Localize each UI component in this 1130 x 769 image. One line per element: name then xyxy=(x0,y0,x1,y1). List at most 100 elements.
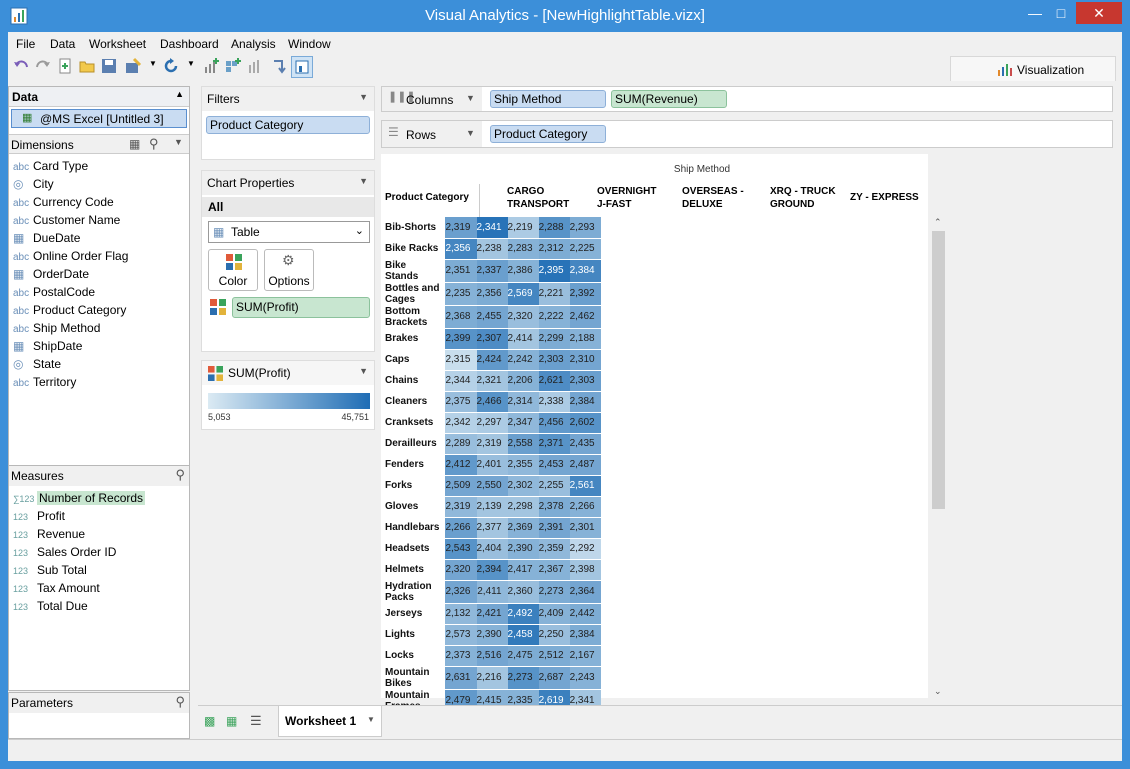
menu-dashboard[interactable]: Dashboard xyxy=(160,37,219,51)
scroll-down-icon[interactable]: ⌄ xyxy=(934,686,942,697)
columns-pill-sum-revenue[interactable]: SUM(Revenue) xyxy=(611,90,727,108)
table-cell[interactable]: 2,391 xyxy=(538,517,570,539)
row-label[interactable]: Cranksets xyxy=(381,412,446,434)
table-cell[interactable]: 2,167 xyxy=(569,645,601,667)
menu-window[interactable]: Window xyxy=(288,37,331,51)
table-cell[interactable]: 2,390 xyxy=(507,538,539,560)
data-wizard-icon[interactable] xyxy=(124,57,142,75)
chevron-down-icon[interactable]: ▼ xyxy=(367,715,375,724)
table-cell[interactable]: 2,293 xyxy=(569,217,601,239)
table-cell[interactable]: 2,355 xyxy=(507,454,539,476)
table-cell[interactable]: 2,455 xyxy=(476,305,508,329)
row-label[interactable]: Mountain Bikes xyxy=(381,666,446,690)
row-label[interactable]: Derailleurs xyxy=(381,433,446,455)
table-cell[interactable]: 2,356 xyxy=(476,282,508,306)
vertical-scrollbar[interactable]: ⌃ ⌄ xyxy=(931,217,946,699)
row-label[interactable]: Bib-Shorts xyxy=(381,217,446,239)
table-cell[interactable]: 2,347 xyxy=(507,412,539,434)
table-cell[interactable]: 2,243 xyxy=(569,666,601,690)
table-cell[interactable]: 2,373 xyxy=(445,645,477,667)
measure-item[interactable]: 123 Profit xyxy=(13,507,65,525)
table-cell[interactable]: 2,398 xyxy=(569,559,601,581)
table-cell[interactable]: 2,375 xyxy=(445,391,477,413)
minimize-button[interactable]: — xyxy=(1022,2,1048,24)
table-cell[interactable]: 2,302 xyxy=(507,475,539,497)
table-cell[interactable]: 2,409 xyxy=(538,603,570,625)
scroll-up-icon[interactable]: ⌃ xyxy=(934,217,942,228)
table-cell[interactable]: 2,235 xyxy=(445,282,477,306)
row-label[interactable]: Bottom Brackets xyxy=(381,305,446,329)
dimension-item[interactable]: abc Card Type xyxy=(13,157,88,175)
table-cell[interactable]: 2,404 xyxy=(476,538,508,560)
data-source-item[interactable]: ▦ @MS Excel [Untitled 3] xyxy=(11,109,187,128)
table-cell[interactable]: 2,273 xyxy=(538,580,570,604)
table-cell[interactable]: 2,238 xyxy=(476,238,508,260)
row-label[interactable]: Forks xyxy=(381,475,446,497)
table-cell[interactable]: 2,315 xyxy=(445,349,477,371)
new-worksheet-icon[interactable] xyxy=(202,57,220,75)
sort-arrows-icon[interactable]: ▲ xyxy=(175,89,184,99)
table-cell[interactable]: 2,386 xyxy=(507,259,539,283)
columns-pill-ship-method[interactable]: Ship Method xyxy=(490,90,606,108)
dimension-item[interactable]: abc Ship Method xyxy=(13,319,100,337)
table-cell[interactable]: 2,462 xyxy=(569,305,601,329)
table-cell[interactable]: 2,242 xyxy=(507,349,539,371)
column-header[interactable]: OVERSEAS - DELUXE xyxy=(656,185,746,211)
save-icon[interactable] xyxy=(100,57,118,75)
row-label[interactable]: Gloves xyxy=(381,496,446,518)
table-cell[interactable]: 2,631 xyxy=(445,666,477,690)
scope-all[interactable]: All xyxy=(202,197,374,217)
search-icon[interactable]: ⚲ xyxy=(175,467,185,483)
table-cell[interactable]: 2,453 xyxy=(538,454,570,476)
table-cell[interactable]: 2,289 xyxy=(445,433,477,455)
table-cell[interactable]: 2,561 xyxy=(569,475,601,497)
chevron-down-icon[interactable]: ▼ xyxy=(466,93,475,103)
row-label[interactable]: Cleaners xyxy=(381,391,446,413)
rows-pill-product-category[interactable]: Product Category xyxy=(490,125,606,143)
dimension-item[interactable]: abc Territory xyxy=(13,373,76,391)
table-cell[interactable]: 2,216 xyxy=(476,666,508,690)
table-cell[interactable]: 2,320 xyxy=(507,305,539,329)
menu-analysis[interactable]: Analysis xyxy=(231,37,276,51)
table-cell[interactable]: 2,543 xyxy=(445,538,477,560)
dimension-item[interactable]: ▦ OrderDate xyxy=(13,265,89,283)
table-cell[interactable]: 2,338 xyxy=(538,391,570,413)
row-label[interactable]: Bike Stands xyxy=(381,259,446,283)
table-cell[interactable]: 2,139 xyxy=(476,496,508,518)
table-cell[interactable]: 2,307 xyxy=(476,328,508,350)
table-cell[interactable]: 2,326 xyxy=(445,580,477,604)
row-label[interactable]: Brakes xyxy=(381,328,446,350)
table-cell[interactable]: 2,359 xyxy=(538,538,570,560)
table-cell[interactable]: 2,569 xyxy=(507,282,539,306)
table-cell[interactable]: 2,378 xyxy=(538,496,570,518)
table-cell[interactable]: 2,319 xyxy=(445,217,477,239)
table-cell[interactable]: 2,310 xyxy=(569,349,601,371)
measure-item[interactable]: ∑123 Number of Records xyxy=(13,489,146,507)
highlight-tool-button[interactable] xyxy=(291,56,313,78)
table-cell[interactable]: 2,384 xyxy=(569,391,601,413)
column-header[interactable]: ZY - EXPRESS xyxy=(836,191,926,204)
table-cell[interactable]: 2,273 xyxy=(507,666,539,690)
column-header[interactable]: OVERNIGHT J-FAST xyxy=(569,185,659,211)
table-cell[interactable]: 2,319 xyxy=(476,433,508,455)
row-label[interactable]: Lights xyxy=(381,624,446,646)
new-worksheet-icon[interactable]: ▩ xyxy=(204,714,215,728)
undo-icon[interactable] xyxy=(12,57,30,75)
table-cell[interactable]: 2,283 xyxy=(507,238,539,260)
new-dashboard-icon[interactable]: ▦ xyxy=(226,714,237,728)
dimension-item[interactable]: abc Customer Name xyxy=(13,211,120,229)
table-cell[interactable]: 2,266 xyxy=(569,496,601,518)
table-cell[interactable]: 2,303 xyxy=(538,349,570,371)
table-cell[interactable]: 2,687 xyxy=(538,666,570,690)
table-cell[interactable]: 2,458 xyxy=(507,624,539,646)
table-cell[interactable]: 2,411 xyxy=(476,580,508,604)
table-cell[interactable]: 2,558 xyxy=(507,433,539,455)
options-button[interactable]: ⚙ Options xyxy=(264,249,314,291)
table-cell[interactable]: 2,475 xyxy=(507,645,539,667)
table-cell[interactable]: 2,602 xyxy=(569,412,601,434)
chevron-down-icon[interactable]: ▼ xyxy=(174,137,183,147)
table-cell[interactable]: 2,384 xyxy=(569,259,601,283)
chevron-down-icon[interactable]: ▼ xyxy=(466,128,475,138)
row-label[interactable]: Chains xyxy=(381,370,446,392)
menu-worksheet[interactable]: Worksheet xyxy=(89,37,146,51)
